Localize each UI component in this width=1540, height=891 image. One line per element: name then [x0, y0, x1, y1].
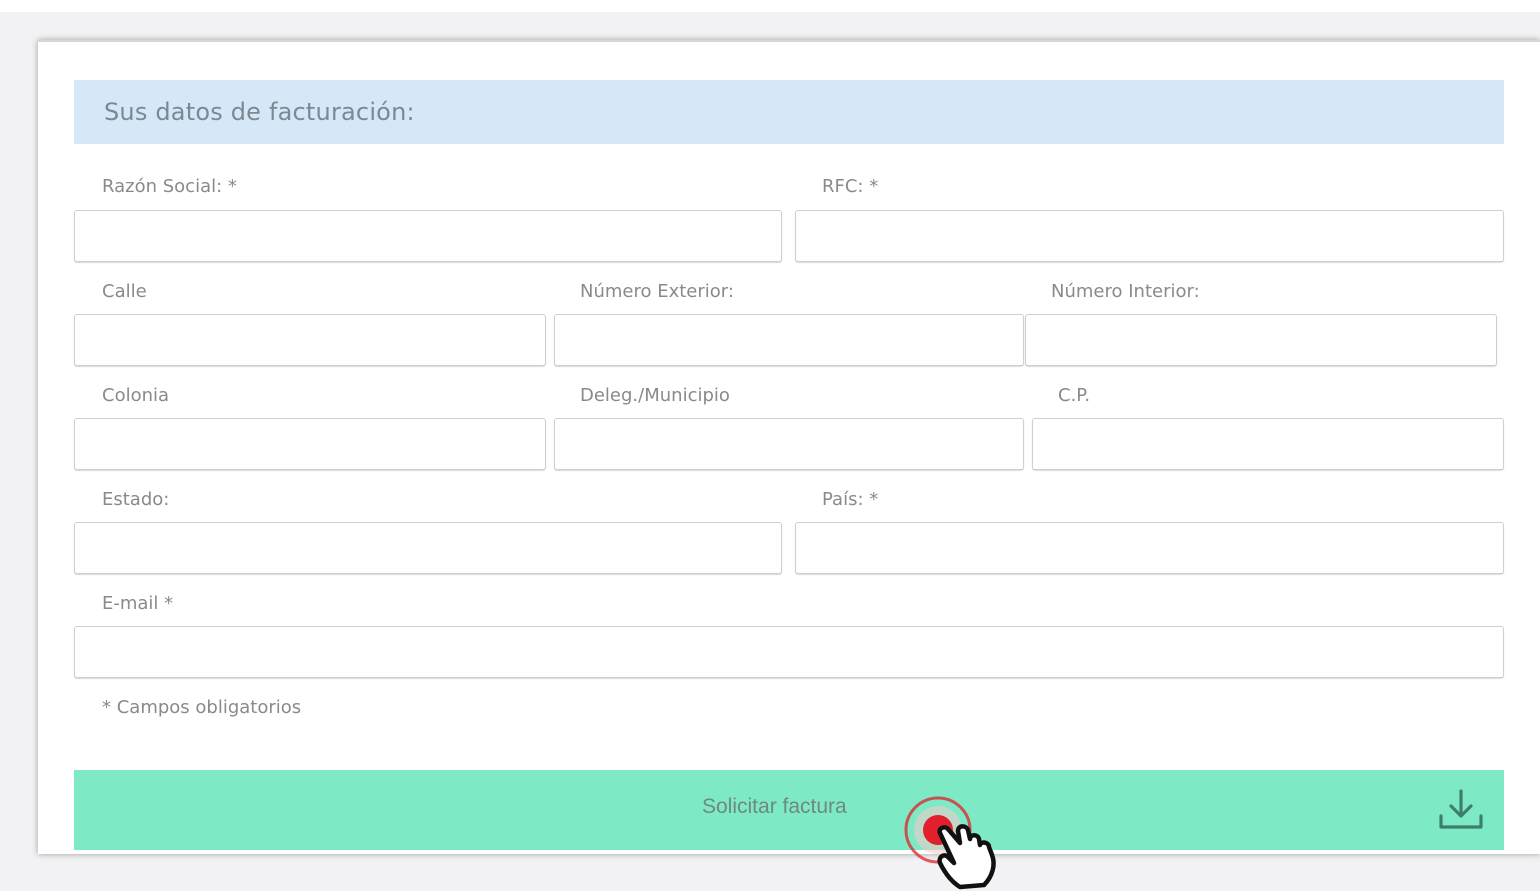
numero-exterior-label: Número Exterior:	[580, 281, 734, 302]
calle-label: Calle	[102, 281, 147, 302]
section-header: Sus datos de facturación:	[74, 80, 1504, 144]
delegacion-municipio-label: Deleg./Municipio	[580, 385, 730, 406]
numero-interior-label: Número Interior:	[1051, 281, 1200, 302]
estado-input[interactable]	[74, 522, 782, 574]
cp-input[interactable]	[1032, 418, 1504, 470]
pais-input[interactable]	[795, 522, 1504, 574]
colonia-input[interactable]	[74, 418, 546, 470]
numero-interior-input[interactable]	[1025, 314, 1497, 366]
download-icon	[1439, 789, 1483, 829]
rfc-input[interactable]	[795, 210, 1504, 262]
section-title: Sus datos de facturación:	[104, 98, 415, 126]
hand-pointer-icon	[937, 824, 996, 890]
razon-social-input[interactable]	[74, 210, 782, 262]
razon-social-label: Razón Social: *	[102, 176, 237, 197]
colonia-label: Colonia	[102, 385, 170, 406]
pais-label: País: *	[822, 489, 879, 510]
delegacion-municipio-input[interactable]	[554, 418, 1024, 470]
cp-label: C.P.	[1058, 385, 1091, 406]
solicitar-factura-label: Solicitar factura	[702, 795, 847, 818]
email-input[interactable]	[74, 626, 1504, 678]
email-label: E-mail *	[102, 593, 174, 614]
numero-exterior-input[interactable]	[554, 314, 1024, 366]
solicitar-factura-button[interactable]: Solicitar factura	[74, 770, 1504, 850]
required-fields-note: * Campos obligatorios	[102, 697, 302, 718]
calle-input[interactable]	[74, 314, 546, 366]
rfc-label: RFC: *	[822, 176, 879, 197]
click-cursor-indicator	[904, 796, 996, 890]
top-background-strip	[0, 0, 1540, 12]
estado-label: Estado:	[102, 489, 170, 510]
